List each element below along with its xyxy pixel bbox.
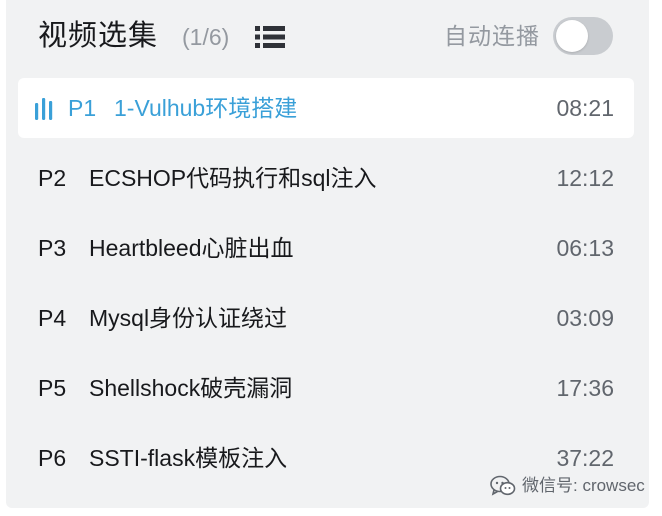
episode-title: SSTI-flask模板注入 [89,445,288,471]
episode-duration: 37:22 [556,445,614,471]
episode-title: 1-Vulhub环境搭建 [114,95,298,121]
episode-part: P5 [38,375,67,401]
episode-duration: 08:21 [556,95,614,121]
episode-part: P4 [38,305,67,331]
episode-duration: 03:09 [556,305,614,331]
autoplay-toggle[interactable] [553,17,613,55]
now-playing-icon [35,98,53,120]
episode-item[interactable]: P3 Heartbleed心脏出血 06:13 [18,218,634,278]
episode-item[interactable]: P2 ECSHOP代码执行和sql注入 12:12 [18,148,634,208]
list-view-icon[interactable] [255,26,285,48]
episode-title: Mysql身份认证绕过 [89,305,288,331]
episode-header: 视频选集 (1/6) 自动连播 [6,0,649,72]
episode-item[interactable]: P1 1-Vulhub环境搭建 08:21 [18,78,634,138]
episode-panel: 视频选集 (1/6) 自动连播 P1 1-Vulhub环境搭建 08:21 P2 ECS… [6,0,649,508]
watermark: 微信号: crowsec [490,474,645,498]
episode-part: P6 [38,445,67,471]
episode-title: Shellshock破壳漏洞 [89,375,293,401]
episode-part: P1 [68,95,97,121]
watermark-text: 微信号: crowsec [522,476,645,495]
episode-title: ECSHOP代码执行和sql注入 [89,165,377,191]
episode-part: P2 [38,165,67,191]
episode-duration: 12:12 [556,165,614,191]
wechat-icon [490,475,516,496]
toggle-knob [556,20,588,52]
episode-item[interactable]: P4 Mysql身份认证绕过 03:09 [18,288,634,348]
episode-count: (1/6) [182,24,230,50]
autoplay-label: 自动连播 [444,23,540,49]
episode-part: P3 [38,235,67,261]
episode-item[interactable]: P5 Shellshock破壳漏洞 17:36 [18,358,634,418]
episode-duration: 06:13 [556,235,614,261]
episode-list-title: 视频选集 [38,20,159,52]
episode-duration: 17:36 [556,375,614,401]
episode-title: Heartbleed心脏出血 [89,235,294,261]
episode-list: P1 1-Vulhub环境搭建 08:21 P2 ECSHOP代码执行和sql注入 12:… [18,78,634,498]
